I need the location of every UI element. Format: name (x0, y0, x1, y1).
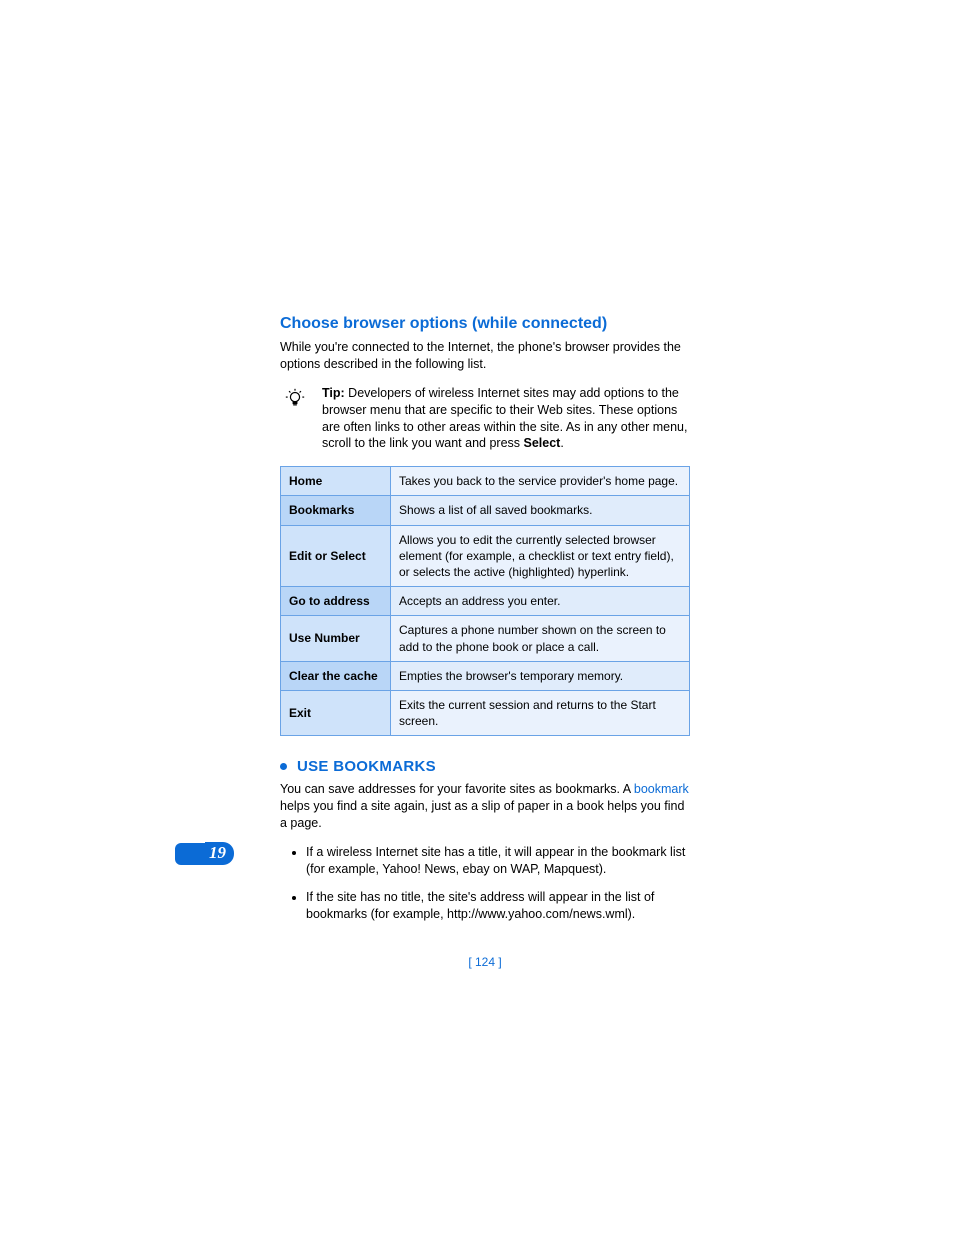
table-row: Clear the cacheEmpties the browser's tem… (281, 661, 690, 690)
bookmarks-paragraph: You can save addresses for your favorite… (280, 781, 690, 832)
table-row: HomeTakes you back to the service provid… (281, 467, 690, 496)
tip-block: Tip: Developers of wireless Internet sit… (280, 385, 690, 453)
bookmarks-p-b: helps you find a site again, just as a s… (280, 799, 684, 830)
chapter-tab: 19 (175, 842, 234, 865)
option-description: Takes you back to the service provider's… (391, 467, 690, 496)
table-row: Edit or SelectAllows you to edit the cur… (281, 525, 690, 587)
section-heading: Choose browser options (while connected) (280, 315, 690, 333)
bookmarks-heading-text: USE BOOKMARKS (297, 758, 436, 775)
option-name: Go to address (281, 587, 391, 616)
option-description: Allows you to edit the currently selecte… (391, 525, 690, 587)
chapter-tab-bar (175, 843, 205, 865)
option-name: Clear the cache (281, 661, 391, 690)
table-row: BookmarksShows a list of all saved bookm… (281, 496, 690, 525)
option-description: Shows a list of all saved bookmarks. (391, 496, 690, 525)
list-item: If a wireless Internet site has a title,… (306, 844, 690, 879)
tip-text-b: . (560, 436, 563, 450)
option-description: Empties the browser's temporary memory. (391, 661, 690, 690)
option-description: Captures a phone number shown on the scr… (391, 616, 690, 661)
tip-text: Tip: Developers of wireless Internet sit… (322, 385, 690, 453)
bookmarks-heading: USE BOOKMARKS (280, 758, 690, 775)
bookmarks-p-a: You can save addresses for your favorite… (280, 782, 634, 796)
table-row: Go to addressAccepts an address you ente… (281, 587, 690, 616)
option-description: Accepts an address you enter. (391, 587, 690, 616)
chapter-number: 19 (205, 842, 234, 865)
tip-text-a: Developers of wireless Internet sites ma… (322, 386, 687, 451)
option-name: Bookmarks (281, 496, 391, 525)
option-name: Exit (281, 690, 391, 735)
option-name: Edit or Select (281, 525, 391, 587)
tip-select-word: Select (524, 436, 561, 450)
table-row: Use NumberCaptures a phone number shown … (281, 616, 690, 661)
bookmark-term: bookmark (634, 782, 689, 796)
tip-label: Tip: (322, 386, 345, 400)
page-number: [ 124 ] (280, 955, 690, 969)
option-description: Exits the current session and returns to… (391, 690, 690, 735)
option-name: Use Number (281, 616, 391, 661)
section-intro: While you're connected to the Internet, … (280, 339, 690, 373)
table-row: ExitExits the current session and return… (281, 690, 690, 735)
option-name: Home (281, 467, 391, 496)
bullet-icon (280, 763, 287, 770)
options-table: HomeTakes you back to the service provid… (280, 466, 690, 736)
bookmarks-bullet-list: If a wireless Internet site has a title,… (280, 844, 690, 924)
lightbulb-icon (280, 385, 310, 453)
page-content: Choose browser options (while connected)… (280, 315, 690, 934)
list-item: If the site has no title, the site's add… (306, 889, 690, 924)
